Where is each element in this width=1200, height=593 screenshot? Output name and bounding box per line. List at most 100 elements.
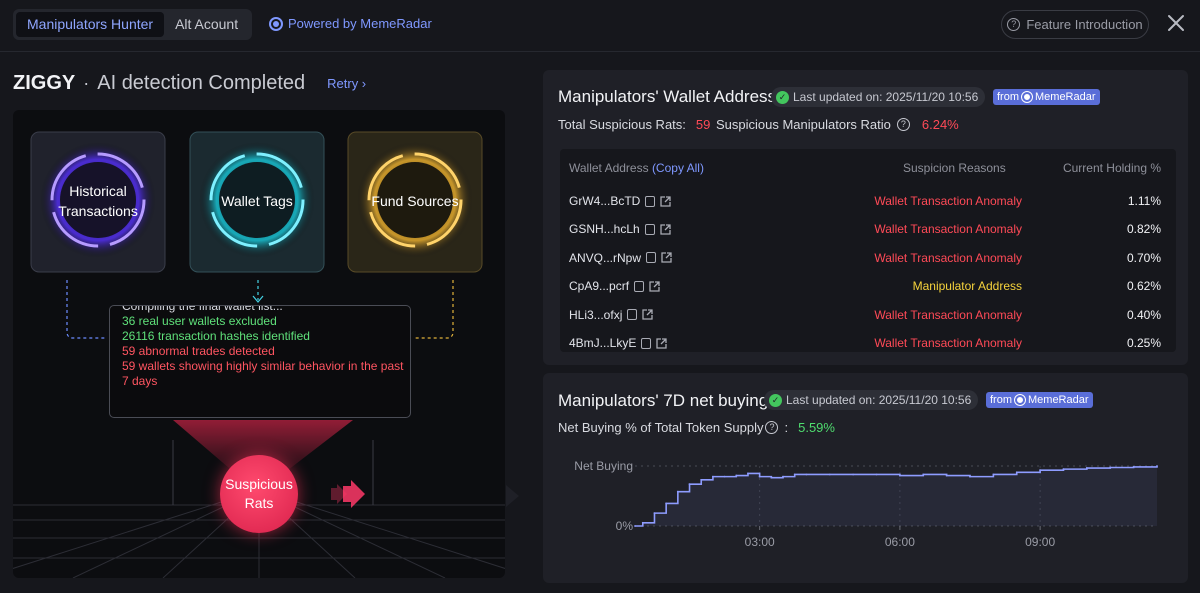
- data-point: [1062, 468, 1065, 471]
- external-link-icon[interactable]: [660, 195, 671, 207]
- copy-icon[interactable]: [645, 195, 656, 207]
- feature-introduction-label: Feature Introduction: [1026, 17, 1143, 32]
- tab-alt-account[interactable]: Alt Acount: [164, 12, 249, 37]
- data-point: [898, 474, 901, 477]
- memeradar-logo-icon: [1014, 394, 1026, 406]
- wallet-address-cell: GrW4...BcTD: [569, 194, 671, 208]
- data-point: [641, 521, 644, 524]
- data-point: [758, 475, 761, 478]
- buying-updated-pill: ✓ Last updated on: 2025/11/20 10:56: [764, 390, 979, 410]
- ratio-label: Suspicious Manipulators Ratio: [716, 117, 891, 132]
- separator: ·: [83, 73, 90, 93]
- data-point: [665, 502, 668, 505]
- x-tick-label: 09:00: [1025, 535, 1055, 549]
- memeradar-logo-icon: [1021, 91, 1033, 103]
- suspicion-reason: Manipulator Address: [912, 279, 1022, 294]
- source-label-historical: Historical Transactions: [58, 183, 138, 219]
- data-point: [922, 473, 925, 476]
- data-point: [945, 474, 948, 477]
- total-label: Total Suspicious Rats:: [558, 117, 686, 132]
- external-link-icon[interactable]: [661, 252, 672, 263]
- data-point: [1015, 471, 1018, 474]
- buying-from-badge: from MemeRadar: [986, 392, 1093, 408]
- wallet-address: GrW4...BcTD: [569, 194, 641, 208]
- header-wallet-address: Wallet Address (Copy All): [569, 161, 704, 175]
- feature-introduction-button[interactable]: ? Feature Introduction: [1001, 10, 1149, 39]
- data-point: [770, 476, 773, 479]
- copy-icon[interactable]: [646, 252, 657, 264]
- log-line: 36 real user wallets excluded: [122, 314, 277, 328]
- suspicion-reason: Wallet Transaction Anomaly: [874, 194, 1022, 208]
- copy-icon[interactable]: [641, 337, 652, 349]
- header-suspicion-reasons: Suspicion Reasons: [903, 161, 1006, 175]
- x-tick-label: 03:00: [745, 535, 775, 549]
- wallet-address: CpA9...pcrf: [569, 279, 630, 294]
- check-icon: ✓: [776, 90, 789, 104]
- help-icon[interactable]: ?: [765, 421, 779, 434]
- table-row: GrW4...BcTD Wallet Transaction Anomaly 1.1…: [560, 187, 1176, 215]
- data-point: [875, 473, 878, 476]
- data-point: [852, 473, 855, 476]
- net-colon: :: [784, 420, 789, 435]
- suspicion-reason: Wallet Transaction Anomaly: [874, 250, 1022, 265]
- external-link-icon[interactable]: [656, 337, 668, 349]
- table-row: GSNH...hcLh Wallet Transaction Anomaly 0.8…: [560, 215, 1176, 243]
- data-point: [969, 475, 971, 478]
- log-line: 7 days: [122, 374, 158, 388]
- data-point: [1039, 469, 1042, 472]
- close-icon[interactable]: [1165, 12, 1187, 34]
- help-icon[interactable]: ?: [896, 118, 910, 131]
- copy-icon[interactable]: [644, 223, 655, 235]
- powered-by-label: Powered by MemeRadar: [288, 16, 432, 31]
- data-point: [805, 473, 808, 476]
- data-point: [688, 483, 691, 486]
- y-tick-label: Net Buying: [574, 459, 633, 473]
- help-icon: ?: [1007, 18, 1021, 31]
- top-bar: Manipulators Hunter Alt Acount Powered b…: [0, 0, 1200, 52]
- data-point: [1156, 465, 1158, 467]
- wallet-from-badge: from MemeRadar: [993, 89, 1100, 105]
- external-link-icon[interactable]: [649, 281, 660, 292]
- detection-flow-panel: Historical Transactions Wallet Tags Fund…: [13, 110, 505, 578]
- copy-icon[interactable]: [634, 280, 645, 292]
- table-row: 4BmJ...LkyE Wallet Transaction Anomaly 0.2…: [560, 329, 1176, 352]
- manipulators-ratio: Suspicious Manipulators Ratio ? 6.24%: [716, 117, 959, 132]
- data-point: [782, 475, 784, 478]
- wallet-address: 4BmJ...LkyE: [569, 336, 637, 350]
- table-row: HLi3...ofxj Wallet Transaction Anomaly 0.4…: [560, 301, 1176, 329]
- wallet-address-cell: GSNH...hcLh: [569, 222, 671, 236]
- data-point: [747, 472, 749, 475]
- data-point: [793, 473, 796, 476]
- detection-status: AI detection Completed: [97, 72, 306, 94]
- copy-icon[interactable]: [627, 309, 638, 321]
- wallet-card-title: Manipulators' Wallet Address: [558, 87, 777, 106]
- log-line: 59 wallets showing highly similar behavi…: [122, 359, 404, 373]
- token-header: ZIGGY · AI detection Completed Retry ›: [13, 72, 366, 95]
- ratio-value: 6.24%: [921, 117, 959, 132]
- holding-percent: 0.62%: [1126, 279, 1161, 294]
- tab-manipulators-hunter[interactable]: Manipulators Hunter: [16, 12, 165, 37]
- data-point: [700, 478, 703, 481]
- from-brand: MemeRadar: [1028, 394, 1089, 406]
- copy-all-button[interactable]: (Copy All): [652, 161, 704, 175]
- log-line: 26116 transaction hashes identified: [122, 329, 310, 343]
- suspicion-reason: Wallet Transaction Anomaly: [874, 336, 1022, 350]
- wallet-address-cell: 4BmJ...LkyE: [569, 336, 668, 350]
- wallet-address-cell: ANVQ...rNpw: [569, 251, 672, 265]
- external-link-icon[interactable]: [660, 224, 671, 235]
- data-point: [653, 512, 656, 515]
- net-buying-stat: Net Buying % of Total Token Supply ? : 5…: [558, 420, 835, 435]
- mode-tabs: Manipulators Hunter Alt Acount: [13, 9, 253, 40]
- net-label: Net Buying % of Total Token Supply: [558, 420, 764, 435]
- retry-link[interactable]: Retry ›: [327, 76, 366, 91]
- external-link-icon[interactable]: [642, 309, 654, 320]
- powered-by-link[interactable]: Powered by MemeRadar: [269, 16, 432, 31]
- header-wallet-address-label: Wallet Address: [569, 161, 649, 175]
- data-point: [828, 473, 831, 476]
- wallet-table: Wallet Address (Copy All) Suspicion Reas…: [560, 149, 1176, 352]
- panel-pointer: [506, 485, 519, 507]
- memeradar-logo-icon: [269, 16, 283, 31]
- log-line: 59 abnormal trades detected: [122, 344, 275, 358]
- data-point: [1109, 466, 1112, 469]
- holding-percent: 0.25%: [1126, 336, 1161, 350]
